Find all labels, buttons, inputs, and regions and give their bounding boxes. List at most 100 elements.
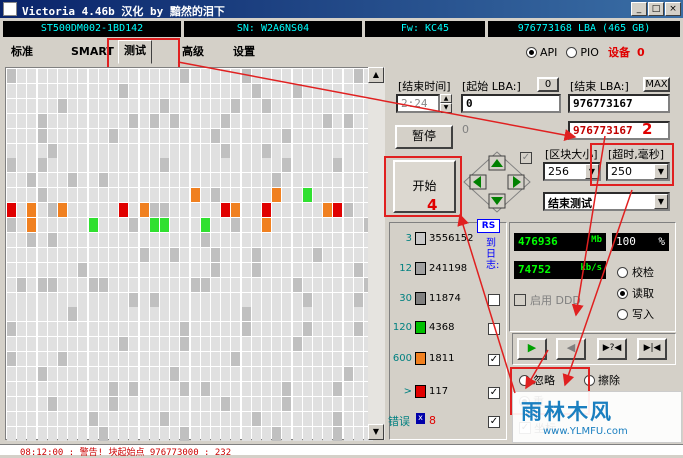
stat-log-checkbox[interactable] bbox=[488, 294, 500, 306]
grid-block bbox=[333, 396, 343, 411]
grid-block bbox=[200, 411, 210, 426]
grid-block bbox=[119, 83, 129, 98]
grid-block bbox=[37, 307, 47, 322]
grid-block bbox=[241, 188, 251, 203]
api-radio[interactable] bbox=[526, 46, 537, 58]
grid-block bbox=[27, 232, 37, 247]
spin-down-icon[interactable]: ▼ bbox=[440, 103, 452, 113]
start-lba-zero-button[interactable]: 0 bbox=[537, 77, 559, 92]
write-option[interactable]: 写入 bbox=[617, 304, 654, 325]
tab-standard[interactable]: 标准 bbox=[6, 42, 38, 62]
grid-block bbox=[78, 337, 88, 352]
grid-block bbox=[129, 203, 139, 218]
grid-block bbox=[251, 98, 261, 113]
stat-log-checkbox[interactable] bbox=[488, 323, 500, 335]
grid-block bbox=[343, 188, 353, 203]
read-radio[interactable] bbox=[617, 288, 628, 299]
grid-block bbox=[251, 69, 261, 83]
skip-icon[interactable]: ▶|◀ bbox=[637, 338, 667, 360]
grid-block bbox=[129, 113, 139, 128]
grid-block bbox=[200, 381, 210, 396]
pause-button[interactable]: 暂停 bbox=[395, 125, 453, 149]
spin-up-icon[interactable]: ▲ bbox=[440, 94, 452, 103]
grid-block bbox=[313, 232, 322, 247]
grid-block bbox=[37, 218, 47, 232]
tab-settings[interactable]: 设置 bbox=[228, 42, 260, 62]
grid-block bbox=[313, 292, 322, 307]
stat-log-checkbox[interactable]: ✓ bbox=[488, 354, 500, 366]
grid-block bbox=[109, 98, 118, 113]
minimize-button[interactable]: _ bbox=[631, 2, 647, 16]
grid-block bbox=[241, 218, 251, 232]
grid-block bbox=[119, 173, 129, 188]
grid-block bbox=[109, 396, 118, 411]
chevron-down-icon[interactable]: ▼ bbox=[654, 194, 668, 209]
grid-checkbox[interactable]: ✓ bbox=[520, 152, 532, 164]
grid-block bbox=[7, 98, 16, 113]
grid-block bbox=[98, 381, 108, 396]
start-lba-field[interactable]: 0 bbox=[461, 94, 561, 113]
grid-block bbox=[78, 113, 88, 128]
grid-block bbox=[200, 113, 210, 128]
grid-block bbox=[302, 352, 312, 367]
pio-radio[interactable] bbox=[566, 46, 578, 58]
grid-block bbox=[323, 83, 333, 98]
read-option[interactable]: 读取 bbox=[617, 283, 654, 304]
grid-block bbox=[221, 188, 231, 203]
grid-block bbox=[17, 158, 27, 173]
close-button[interactable]: × bbox=[665, 2, 681, 16]
grid-block bbox=[302, 218, 312, 232]
play-icon[interactable]: ▶ bbox=[517, 338, 547, 360]
seek-question-icon[interactable]: ▶?◀ bbox=[597, 338, 627, 360]
grid-block bbox=[119, 158, 129, 173]
stat-log-checkbox[interactable]: ✓ bbox=[488, 387, 500, 399]
grid-block bbox=[7, 426, 16, 441]
end-lba-field[interactable]: 976773167 bbox=[568, 94, 670, 113]
grid-block bbox=[58, 381, 67, 396]
grid-block bbox=[343, 352, 353, 367]
grid-scrollbar[interactable]: ▲ ▼ bbox=[368, 67, 385, 440]
grid-block bbox=[333, 143, 343, 158]
rewind-icon[interactable]: ◀ bbox=[556, 338, 586, 360]
rs-button[interactable]: RS bbox=[477, 219, 500, 233]
grid-block bbox=[190, 396, 200, 411]
verify-option[interactable]: 校检 bbox=[617, 262, 654, 283]
scroll-down-icon[interactable]: ▼ bbox=[368, 424, 384, 440]
verify-radio[interactable] bbox=[617, 267, 628, 278]
grid-block bbox=[200, 158, 210, 173]
maximize-button[interactable]: □ bbox=[648, 2, 664, 16]
grid-block bbox=[139, 426, 149, 441]
grid-block bbox=[180, 247, 190, 262]
grid-block bbox=[17, 173, 27, 188]
tab-advanced[interactable]: 高级 bbox=[177, 42, 209, 62]
error-log-checkbox[interactable]: ✓ bbox=[488, 416, 500, 428]
grid-block bbox=[343, 247, 353, 262]
grid-block bbox=[88, 173, 98, 188]
grid-block bbox=[333, 337, 343, 352]
end-time-spinner[interactable]: ▲ ▼ bbox=[440, 94, 452, 113]
grid-block bbox=[211, 83, 220, 98]
grid-block bbox=[149, 292, 159, 307]
grid-block bbox=[68, 277, 78, 292]
grid-block bbox=[200, 337, 210, 352]
grid-block bbox=[313, 69, 322, 83]
end-test-select[interactable]: 结束测试 ▼ bbox=[543, 192, 670, 211]
grid-block bbox=[200, 69, 210, 83]
grid-block bbox=[221, 262, 231, 277]
grid-block bbox=[27, 426, 37, 441]
scroll-up-icon[interactable]: ▲ bbox=[368, 67, 384, 83]
end-lba-field-current[interactable]: 976773167 bbox=[568, 121, 670, 140]
grid-block bbox=[221, 337, 231, 352]
grid-block bbox=[292, 232, 302, 247]
write-radio[interactable] bbox=[617, 309, 628, 320]
end-time-field[interactable]: 2:24 bbox=[396, 94, 440, 113]
grid-block bbox=[119, 307, 129, 322]
grid-block bbox=[343, 307, 353, 322]
grid-block bbox=[302, 426, 312, 441]
ddd-checkbox[interactable] bbox=[514, 294, 526, 306]
grid-block bbox=[200, 307, 210, 322]
grid-block bbox=[323, 411, 333, 426]
grid-block bbox=[333, 277, 343, 292]
end-lba-max-button[interactable]: MAX bbox=[643, 77, 670, 92]
grid-block bbox=[251, 367, 261, 381]
